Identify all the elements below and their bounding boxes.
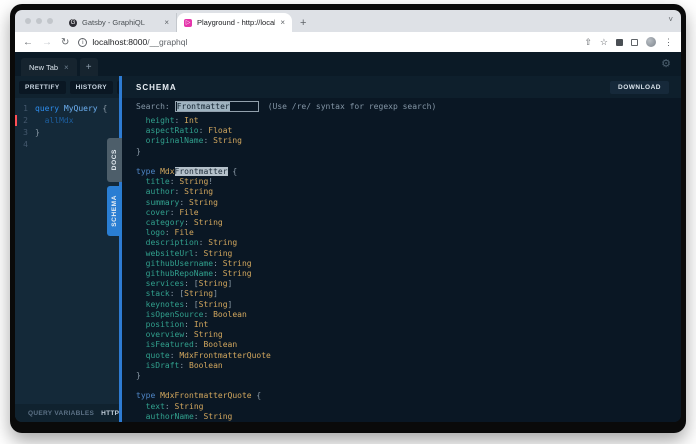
editor-toolbar: PRETTIFY HISTORY htt — [15, 76, 119, 98]
query-editor[interactable]: 1query MyQuery {2 allMdx3}4 — [15, 98, 119, 404]
toolbar-actions: ⇧ ☆ ⋮ — [584, 37, 673, 48]
code-line: quote: MdxFrontmatterQuote — [136, 351, 681, 361]
code-line: } — [136, 371, 681, 381]
more-menu-icon[interactable]: ⋮ — [664, 37, 673, 48]
schema-header: SCHEMA DOWNLOAD — [122, 76, 681, 98]
code-line: type MdxFrontmatter { — [136, 167, 681, 177]
code-line: category: String — [136, 218, 681, 228]
schema-title: SCHEMA — [136, 83, 177, 92]
playground-favicon-icon: ▷ — [184, 19, 192, 27]
playground-tab-bar: New Tab × + ⚙ — [15, 52, 681, 76]
editor-bottom-tabs: QUERY VARIABLES HTTP HEADERS — [15, 404, 119, 422]
search-input-value: Frontmatter — [177, 102, 230, 111]
http-headers-tab[interactable]: HTTP HEADERS — [101, 410, 119, 417]
search-input[interactable]: Frontmatter — [175, 101, 259, 112]
close-tab-icon[interactable]: × — [280, 18, 285, 27]
schema-side-tab-label: SCHEMA — [111, 195, 118, 227]
code-line: summary: String — [136, 198, 681, 208]
chevron-down-icon[interactable]: ˅ — [668, 15, 673, 24]
code-line: position: Int — [136, 320, 681, 330]
session-tab-label: New Tab — [29, 63, 58, 72]
search-hint: (Use /re/ syntax for regexp search) — [268, 102, 437, 111]
prettify-button[interactable]: PRETTIFY — [19, 81, 66, 94]
minimize-window-icon[interactable] — [36, 18, 42, 24]
download-button[interactable]: DOWNLOAD — [610, 81, 669, 94]
code-line: text: String — [136, 402, 681, 412]
url-text: localhost:8000/__graphql — [92, 37, 187, 47]
query-variables-tab[interactable]: QUERY VARIABLES — [28, 410, 94, 417]
code-line: type MdxFrontmatterQuote { — [136, 391, 681, 401]
history-button[interactable]: HISTORY — [70, 81, 113, 94]
code-line: originalName: String — [136, 136, 681, 146]
graphql-playground: New Tab × + ⚙ PRETTIFY HISTORY htt — [15, 52, 681, 422]
close-window-icon[interactable] — [25, 18, 31, 24]
gatsby-favicon-icon: G — [69, 19, 77, 27]
code-line: cover: File — [136, 208, 681, 218]
profile-avatar[interactable] — [646, 37, 656, 47]
code-line: } — [136, 147, 681, 157]
code-line: isOpenSource: Boolean — [136, 310, 681, 320]
share-icon[interactable]: ⇧ — [584, 37, 592, 48]
forward-icon[interactable]: → — [42, 37, 52, 48]
schema-side-tab[interactable]: SCHEMA — [107, 186, 122, 236]
code-line — [136, 381, 681, 391]
code-line: 2 allMdx — [15, 115, 119, 127]
code-line: keynotes: [String] — [136, 300, 681, 310]
playground-main: PRETTIFY HISTORY htt 1query MyQuery {2 a… — [15, 76, 681, 422]
browser-tab-title: Playground - http://localhost:8 — [197, 18, 275, 27]
schema-panel: SCHEMA DOWNLOAD Search: Frontmatter (Use… — [122, 76, 681, 422]
close-tab-icon[interactable]: × — [164, 18, 169, 27]
code-line: height: Int — [136, 116, 681, 126]
url-host: localhost:8000 — [92, 37, 147, 47]
browser-toolbar: ← → ↻ i localhost:8000/__graphql ⇧ ☆ ⋮ — [15, 32, 681, 52]
browser-tab-playground[interactable]: ▷ Playground - http://localhost:8 × — [177, 13, 292, 32]
schema-sdl-view[interactable]: height: Int aspectRatio: Float originalN… — [122, 114, 681, 422]
browser-tab-title: Gatsby - GraphiQL — [82, 18, 159, 27]
address-bar[interactable]: i localhost:8000/__graphql — [78, 37, 575, 47]
code-line: githubUsername: String — [136, 259, 681, 269]
code-line: description: String — [136, 238, 681, 248]
window-frame: G Gatsby - GraphiQL × ▷ Playground - htt… — [10, 4, 686, 433]
code-line — [136, 157, 681, 167]
browser-tab-strip: G Gatsby - GraphiQL × ▷ Playground - htt… — [15, 10, 681, 32]
schema-search-row: Search: Frontmatter (Use /re/ syntax for… — [122, 98, 681, 114]
code-line: logo: File — [136, 228, 681, 238]
code-line: 3} — [15, 127, 119, 139]
sidebar-icon[interactable] — [631, 39, 638, 46]
code-line: githubRepoName: String — [136, 269, 681, 279]
add-session-button[interactable]: + — [80, 58, 98, 76]
new-tab-button[interactable]: + — [300, 13, 306, 32]
code-line: isFeatured: Boolean — [136, 340, 681, 350]
search-label: Search: — [136, 102, 170, 111]
code-line: websiteUrl: String — [136, 249, 681, 259]
docs-side-tab[interactable]: DOCS — [107, 138, 122, 182]
extensions-icon[interactable] — [616, 39, 623, 46]
bookmark-star-icon[interactable]: ☆ — [600, 37, 608, 48]
settings-gear-icon[interactable]: ⚙ — [661, 57, 671, 70]
code-line: title: String! — [136, 177, 681, 187]
browser-window: G Gatsby - GraphiQL × ▷ Playground - htt… — [15, 10, 681, 422]
close-session-icon[interactable]: × — [64, 63, 69, 72]
window-controls — [15, 10, 62, 32]
code-line: stack: [String] — [136, 289, 681, 299]
zoom-window-icon[interactable] — [47, 18, 53, 24]
docs-side-tab-label: DOCS — [111, 149, 118, 170]
site-info-icon[interactable]: i — [78, 38, 87, 47]
session-tab[interactable]: New Tab × — [21, 58, 77, 76]
code-line: authorName: String — [136, 412, 681, 422]
query-editor-panel: PRETTIFY HISTORY htt 1query MyQuery {2 a… — [15, 76, 119, 422]
code-line: 4 — [15, 139, 119, 151]
code-line: overview: String — [136, 330, 681, 340]
code-line: aspectRatio: Float — [136, 126, 681, 136]
back-icon[interactable]: ← — [23, 37, 33, 48]
url-path: /__graphql — [147, 37, 187, 47]
code-line: isDraft: Boolean — [136, 361, 681, 371]
code-line: author: String — [136, 187, 681, 197]
text-cursor — [15, 115, 17, 126]
code-line: services: [String] — [136, 279, 681, 289]
code-line: 1query MyQuery { — [15, 103, 119, 115]
reload-icon[interactable]: ↻ — [61, 37, 69, 48]
browser-tab-gatsby[interactable]: G Gatsby - GraphiQL × — [62, 13, 177, 32]
